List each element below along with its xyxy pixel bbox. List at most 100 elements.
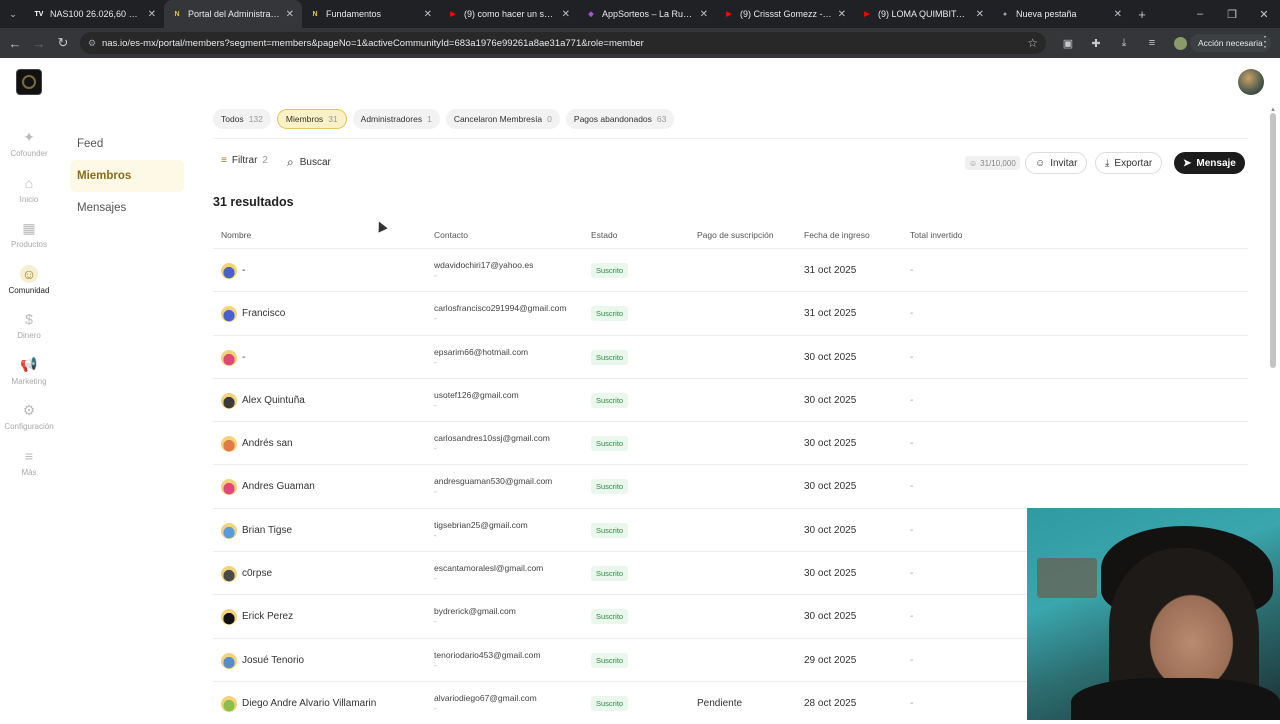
browser-tab[interactable]: N Portal del Administrador ✕ (164, 0, 302, 28)
segment-pill[interactable]: Administradores 1 (352, 109, 440, 129)
invite-label: Invitar (1050, 157, 1078, 169)
browser-tab[interactable]: ● Nueva pestaña ✕ (992, 0, 1130, 28)
puzzle-icon[interactable]: ✚ (1084, 31, 1108, 55)
member-name[interactable]: Andrés san (242, 438, 293, 449)
segment-label: Pagos abandonados (573, 114, 652, 124)
subnav-item[interactable]: Feed (70, 128, 190, 160)
member-name[interactable]: Diego Andre Alvario Villamarin (242, 698, 376, 709)
community-subnav: Feed Miembros Mensajes (70, 128, 190, 224)
filter-count: 2 (262, 155, 268, 166)
rail-item-dollar[interactable]: $ Dinero (0, 310, 58, 356)
join-date: 29 oct 2025 (804, 654, 857, 666)
member-name[interactable]: - (242, 352, 245, 363)
subnav-item[interactable]: Miembros (70, 160, 184, 192)
total-invested: - (910, 654, 914, 666)
column-header-payment[interactable]: Pago de suscripción (697, 230, 774, 240)
rail-item-sparkle[interactable]: ✦ Cofounder (0, 128, 58, 174)
segment-pill[interactable]: Pagos abandonados 63 (565, 109, 675, 129)
back-icon[interactable]: ← (3, 31, 27, 55)
bookmark-star-icon[interactable]: ☆ (1027, 36, 1038, 50)
search-button[interactable]: ⌕ Buscar (287, 155, 331, 170)
browser-tab[interactable]: TV NAS100 26.026,60 ▲ +0.0 ✕ (26, 0, 164, 28)
table-row[interactable]: Andrés san carlosandres10ssj@gmail.com - Su… (213, 421, 1248, 464)
main-rail-nav: ✦ Cofounder ⌂ Inicio ▦ Productos ☺ Comunidad $ Di… (0, 128, 58, 492)
home-icon: ⌂ (24, 174, 34, 191)
tab-title: (9) LOMA QUIMBITA CRIS (878, 9, 970, 19)
export-button[interactable]: ⤓ Exportar (1095, 152, 1163, 174)
table-row[interactable]: - epsarim66@hotmail.com - Suscrito 30 oct 20… (213, 334, 1248, 378)
member-name[interactable]: Francisco (242, 308, 285, 319)
browser-tab[interactable]: ▶ (9) LOMA QUIMBITA CRIS ✕ (854, 0, 992, 28)
rail-item-home[interactable]: ⌂ Inicio (0, 174, 58, 220)
tab-favicon-icon: N (174, 10, 180, 18)
tab-close-icon[interactable]: ✕ (424, 9, 432, 20)
browser-tab[interactable]: ◆ AppSorteos – La Ruleta de ✕ (578, 0, 716, 28)
table-row[interactable]: Francisco carlosfrancisco291994@gmail.com… (213, 291, 1248, 334)
filter-button[interactable]: ≡ Filtrar 2 (221, 155, 268, 166)
member-name[interactable]: Brian Tigse (242, 525, 292, 536)
browser-tab[interactable]: N Fundamentos ✕ (302, 0, 440, 28)
close-window-icon[interactable]: ✕ (1248, 0, 1280, 28)
rail-item-menu[interactable]: ≡ Más (0, 447, 58, 493)
browser-tab[interactable]: ▶ (9) Crissst Gomezz - YouT ✕ (716, 0, 854, 28)
tab-title: AppSorteos – La Ruleta de (602, 9, 694, 19)
member-name[interactable]: Andres Guaman (242, 481, 315, 492)
media-icon[interactable]: ≡ (1140, 31, 1164, 55)
scrollbar-thumb[interactable] (1270, 113, 1276, 368)
column-header-status[interactable]: Estado (591, 230, 617, 240)
tab-close-icon[interactable]: ✕ (148, 9, 156, 20)
column-header-join-date[interactable]: Fecha de ingreso (804, 230, 870, 240)
tab-close-icon[interactable]: ✕ (286, 9, 294, 20)
status-badge: Suscrito (591, 263, 629, 278)
add-user-icon: ☺ (1035, 157, 1046, 169)
member-name[interactable]: Erick Perez (242, 611, 293, 622)
restore-icon[interactable]: ❐ (1216, 0, 1248, 28)
table-row[interactable]: Andres Guaman andresguaman530@gmail.com - S… (213, 464, 1248, 507)
address-bar[interactable]: ⚙ nas.io/es-mx/portal/members?segment=me… (80, 32, 1046, 54)
column-header-name[interactable]: Nombre (221, 230, 251, 240)
profile-icon[interactable] (1168, 31, 1192, 55)
rail-item-grid[interactable]: ▦ Productos (0, 219, 58, 265)
member-name[interactable]: Josué Tenorio (242, 655, 304, 666)
invite-button[interactable]: ☺ Invitar (1025, 152, 1088, 174)
member-name[interactable]: Alex Quintuña (242, 395, 305, 406)
extension-icon[interactable]: ▣ (1056, 31, 1080, 55)
subnav-item[interactable]: Mensajes (70, 192, 190, 224)
segment-pill[interactable]: Todos 132 (213, 109, 271, 129)
forward-icon[interactable]: → (27, 31, 51, 55)
tab-close-icon[interactable]: ✕ (838, 9, 846, 20)
tab-close-icon[interactable]: ✕ (562, 9, 570, 20)
member-name[interactable]: c0rpse (242, 568, 272, 579)
tab-favicon-icon: ◆ (588, 11, 594, 18)
browser-tab[interactable]: ▶ (9) como hacer un sorteo ✕ (440, 0, 578, 28)
column-header-contact[interactable]: Contacto (434, 230, 468, 240)
browser-menu-icon[interactable]: ⋮ (1258, 33, 1272, 50)
rail-item-label: Configuración (4, 422, 54, 431)
total-invested: - (910, 481, 914, 493)
community-logo[interactable] (16, 69, 42, 95)
tab-close-icon[interactable]: ✕ (1114, 9, 1122, 20)
tab-favicon-icon: TV (34, 10, 44, 18)
extension-icons: ▣ ✚ ⤓ ≡ (1056, 31, 1192, 55)
member-name[interactable]: - (242, 265, 245, 276)
segment-pill[interactable]: Miembros 31 (276, 109, 347, 129)
export-label: Exportar (1114, 157, 1153, 169)
reload-icon[interactable]: ↻ (51, 31, 75, 55)
user-avatar[interactable] (1238, 69, 1264, 95)
tab-search-icon[interactable]: ⌄ (0, 0, 26, 28)
member-avatar (221, 522, 237, 539)
rail-item-megaphone[interactable]: 📢 Marketing (0, 356, 58, 402)
minimize-icon[interactable]: – (1184, 0, 1216, 28)
rail-item-gear[interactable]: ⚙ Configuración (0, 401, 58, 447)
segment-pill[interactable]: Cancelaron Membresía 0 (445, 109, 560, 129)
rail-item-people[interactable]: ☺ Comunidad (0, 264, 58, 311)
tab-close-icon[interactable]: ✕ (700, 9, 708, 20)
site-info-icon[interactable]: ⚙ (88, 38, 102, 49)
download-icon[interactable]: ⤓ (1112, 31, 1136, 55)
table-row[interactable]: - wdavidochiri17@yahoo.es - Suscrito 31 oct … (213, 248, 1248, 291)
column-header-total[interactable]: Total invertido (910, 230, 962, 240)
tab-close-icon[interactable]: ✕ (976, 9, 984, 20)
new-tab-button[interactable]: + (1130, 7, 1154, 22)
message-button[interactable]: ➤ Mensaje (1174, 152, 1245, 174)
table-row[interactable]: Alex Quintuña usotef126@gmail.com - Suscrit… (213, 377, 1248, 421)
